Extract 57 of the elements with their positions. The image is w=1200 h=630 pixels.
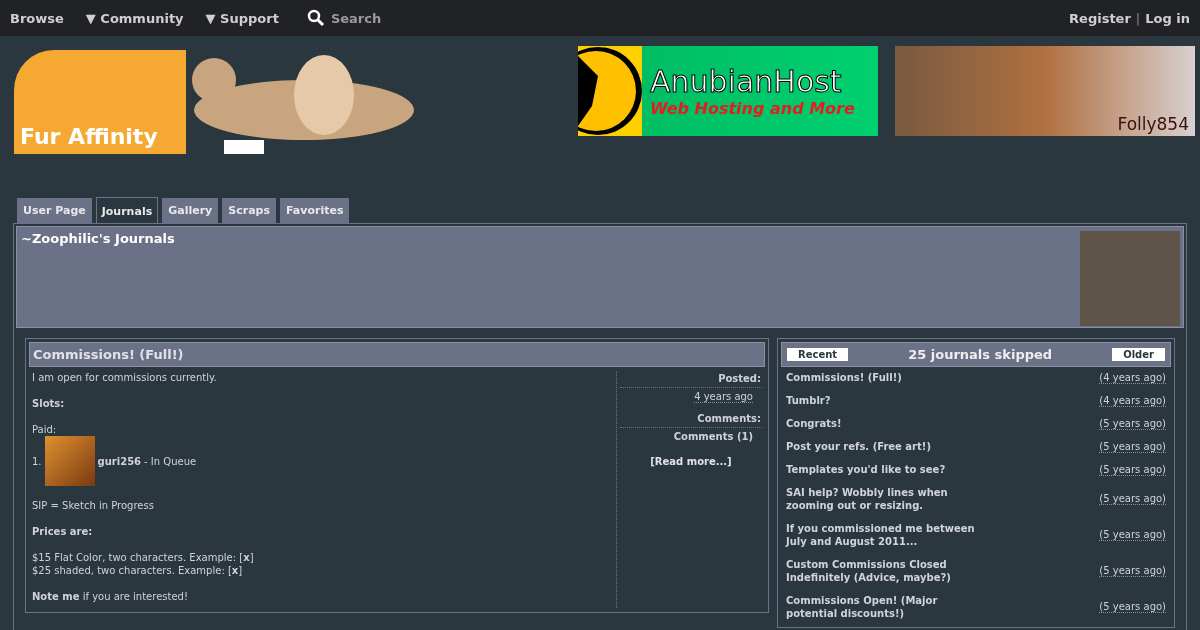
- read-more-link[interactable]: [Read more...]: [650, 456, 732, 467]
- tab[interactable]: User Page: [17, 198, 92, 223]
- price-line: $25 shaded, two characters. Example: [x]: [32, 564, 244, 577]
- comments-label: Comments:: [620, 412, 762, 428]
- journal-age: (5 years ago): [1099, 529, 1166, 541]
- journal-text: SIP = Sketch in Progress: [32, 499, 155, 512]
- banner-slogan: Web Hosting and More: [650, 99, 856, 118]
- price-line: $15 Flat Color, two characters. Example: [x]: [32, 551, 255, 564]
- search-icon[interactable]: [306, 9, 325, 27]
- journal-text: I am open for commissions currently.: [32, 371, 218, 384]
- ad-banner[interactable]: Folly854: [895, 46, 1195, 136]
- banner-title: Folly854: [1117, 114, 1189, 134]
- journal-link[interactable]: SAI help? Wobbly lines when zooming out or resizing.: [786, 486, 986, 512]
- page-title: ~Zoophilic's Journals: [21, 231, 175, 248]
- journal-text: Note me if you are interested!: [32, 590, 189, 603]
- separator: |: [1135, 10, 1141, 26]
- queue-status: - In Queue: [144, 454, 197, 468]
- journal-link[interactable]: Post your refs. (Free art!): [786, 440, 986, 453]
- journal-link[interactable]: Tumblr?: [786, 394, 986, 407]
- tab[interactable]: Scraps: [222, 198, 276, 223]
- journal-link[interactable]: Custom Commissions Closed Indefinitely (Advice, maybe?): [786, 558, 986, 584]
- journal-link[interactable]: Commissions! (Full!): [786, 371, 986, 384]
- journal-title: Commissions! (Full!): [29, 342, 765, 367]
- journal-age: (5 years ago): [1099, 493, 1166, 505]
- journal-link[interactable]: Commissions Open! (Major potential discounts!): [786, 594, 986, 620]
- journal-link[interactable]: Congrats!: [786, 417, 986, 430]
- journal-age: (5 years ago): [1099, 565, 1166, 577]
- login-link[interactable]: Log in: [1145, 10, 1190, 26]
- tab[interactable]: Favorites: [280, 198, 350, 223]
- journal-age: (5 years ago): [1099, 463, 1166, 476]
- posted-date: 4 years ago: [694, 391, 753, 403]
- search-field[interactable]: Search: [330, 10, 421, 26]
- journal-age: (4 years ago): [1099, 371, 1166, 384]
- journal-age: (5 years ago): [1099, 440, 1166, 453]
- skipped-count: 25 journals skipped: [908, 347, 1053, 362]
- nav-link[interactable]: Browse: [10, 10, 64, 26]
- register-link[interactable]: Register: [1069, 10, 1131, 26]
- nav-link[interactable]: ▼ Support: [205, 10, 279, 26]
- posted-label: Posted:: [620, 372, 762, 388]
- journal-text: Paid:: [32, 423, 58, 436]
- journal-text: Slots:: [32, 397, 66, 410]
- banner-title: AnubianHost: [650, 64, 843, 99]
- journal-age: (5 years ago): [1099, 601, 1166, 613]
- thumbnail-placeholder[interactable]: [44, 436, 95, 486]
- older-button[interactable]: Older: [1112, 348, 1165, 361]
- comments-link[interactable]: Comments (1): [673, 431, 753, 442]
- nav-link[interactable]: ▼ Community: [85, 10, 184, 26]
- journal-text: Prices are:: [32, 525, 94, 538]
- journal-age: (5 years ago): [1099, 417, 1166, 430]
- tab[interactable]: Gallery: [162, 198, 219, 223]
- list-number: 1.: [32, 454, 42, 468]
- journal-link[interactable]: Templates you'd like to see?: [786, 463, 986, 476]
- recent-button[interactable]: Recent: [787, 348, 849, 361]
- username[interactable]: guri256: [97, 454, 142, 468]
- journal-link[interactable]: If you commissioned me between July and August 2011...: [786, 522, 986, 548]
- tab[interactable]: Journals: [95, 197, 159, 223]
- journal-age: (4 years ago): [1099, 394, 1166, 407]
